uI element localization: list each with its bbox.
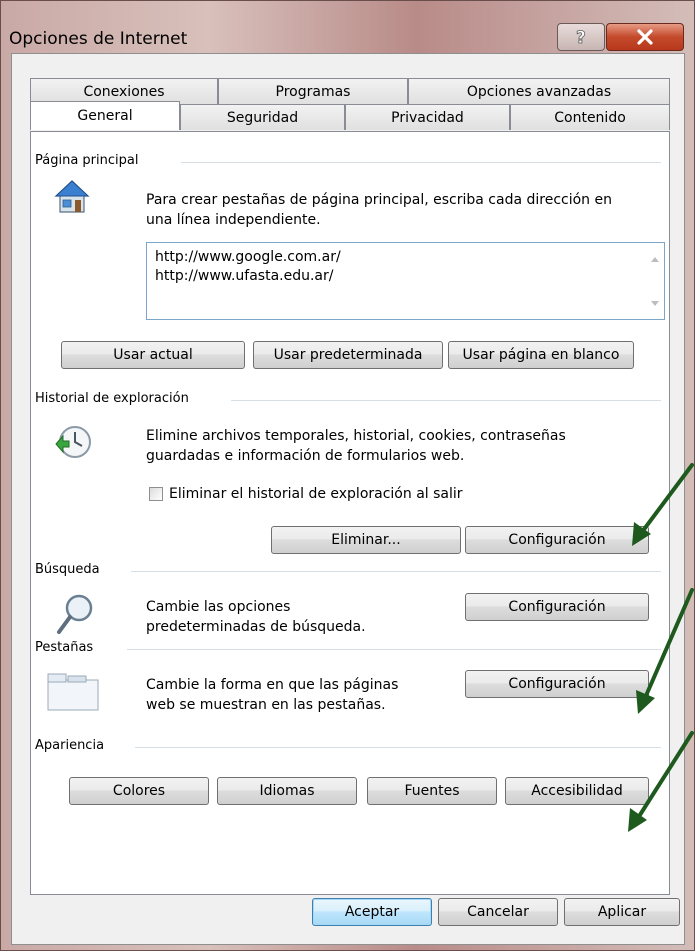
delete-history-button[interactable]: Eliminar... <box>271 526 461 554</box>
dialog-window: Opciones de Internet ? Conexiones Progra… <box>0 0 695 951</box>
apply-button[interactable]: Aplicar <box>564 898 680 926</box>
home-icon <box>54 180 90 213</box>
tabs-description-line2: web se muestran en las pestañas. <box>146 697 386 713</box>
textarea-scrollbar[interactable] <box>647 243 664 319</box>
colors-button[interactable]: Colores <box>69 777 209 805</box>
delete-on-exit-checkbox[interactable] <box>149 487 163 501</box>
home-description-line1: Para crear pestañas de página principal,… <box>146 192 612 208</box>
tab-general[interactable]: General <box>30 101 180 130</box>
tab-label: Conexiones <box>83 83 165 100</box>
ok-button[interactable]: Aceptar <box>312 898 432 926</box>
languages-button[interactable]: Idiomas <box>217 777 357 805</box>
tab-label: Privacidad <box>391 109 464 126</box>
scroll-up-arrow-icon[interactable] <box>651 257 659 262</box>
dialog-client-area: Conexiones Programas Opciones avanzadas … <box>11 53 685 945</box>
fonts-button[interactable]: Fuentes <box>367 777 497 805</box>
home-pages-textarea[interactable]: http://www.google.com.ar/ http://www.ufa… <box>146 242 665 320</box>
tab-opciones-avanzadas[interactable]: Opciones avanzadas <box>408 78 670 104</box>
search-description-line1: Cambie las opciones <box>146 599 291 615</box>
tab-seguridad[interactable]: Seguridad <box>180 104 345 130</box>
search-settings-button[interactable]: Configuración <box>465 593 649 621</box>
group-divider <box>127 649 661 650</box>
history-settings-button[interactable]: Configuración <box>465 526 649 554</box>
window-title: Opciones de Internet <box>9 29 188 49</box>
scroll-down-arrow-icon[interactable] <box>651 301 659 306</box>
tab-label: Seguridad <box>226 109 299 126</box>
home-url-line: http://www.ufasta.edu.ar/ <box>155 268 334 284</box>
use-current-button[interactable]: Usar actual <box>61 341 245 369</box>
history-clock-icon <box>55 426 91 458</box>
use-blank-button[interactable]: Usar página en blanco <box>448 341 634 369</box>
history-description-line1: Elimine archivos temporales, historial, … <box>146 428 566 444</box>
tabs-icon <box>47 673 99 711</box>
group-label-appearance: Apariencia <box>35 738 113 753</box>
cancel-button[interactable]: Cancelar <box>438 898 558 926</box>
tab-contenido[interactable]: Contenido <box>510 104 670 130</box>
group-label-history: Historial de exploración <box>35 391 197 406</box>
tabs-description-line1: Cambie la forma en que las páginas <box>146 677 399 693</box>
close-icon <box>637 29 653 45</box>
accessibility-button[interactable]: Accesibilidad <box>505 777 649 805</box>
tab-label: Contenido <box>554 109 626 126</box>
search-description-line2: predeterminadas de búsqueda. <box>146 619 366 635</box>
svg-text:?: ? <box>576 28 586 48</box>
magnifier-icon <box>57 594 93 634</box>
home-url-line: http://www.google.com.ar/ <box>155 249 341 265</box>
history-description-line2: guardadas e información de formularios w… <box>146 448 465 464</box>
general-tab-panel: Página principal Para crear pestañas de … <box>30 131 670 895</box>
use-default-button[interactable]: Usar predeterminada <box>253 341 443 369</box>
group-divider <box>135 747 661 748</box>
title-bar[interactable]: Opciones de Internet ? <box>1 1 694 53</box>
home-description-line2: una línea independiente. <box>146 212 321 228</box>
group-label-home: Página principal <box>35 153 147 168</box>
group-divider <box>231 400 661 401</box>
group-label-search: Búsqueda <box>35 562 108 577</box>
tab-label: General <box>77 108 133 124</box>
close-button[interactable] <box>606 23 684 51</box>
group-label-tabs: Pestañas <box>35 640 102 655</box>
question-mark-icon: ? <box>576 28 587 48</box>
tab-label: Opciones avanzadas <box>466 83 612 100</box>
tab-privacidad[interactable]: Privacidad <box>345 104 510 130</box>
group-divider <box>131 571 661 572</box>
delete-on-exit-label[interactable]: Eliminar el historial de exploración al … <box>169 484 463 504</box>
help-button[interactable]: ? <box>557 23 605 51</box>
tab-programas[interactable]: Programas <box>218 78 408 104</box>
tab-row-front: General Seguridad Privacidad Contenido <box>30 101 670 130</box>
tabs-settings-button[interactable]: Configuración <box>465 670 649 698</box>
tab-label: Programas <box>275 83 351 100</box>
group-divider <box>181 162 661 163</box>
